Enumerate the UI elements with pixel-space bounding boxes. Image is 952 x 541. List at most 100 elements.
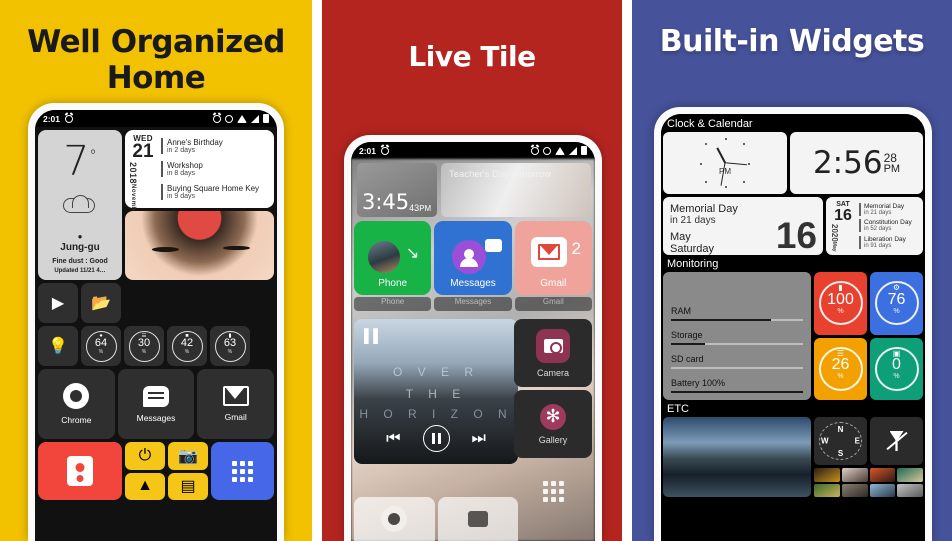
- app-gmail[interactable]: Gmail: [197, 369, 275, 439]
- clock-tile-live[interactable]: 3:45 43 PM: [357, 163, 437, 217]
- clock-tile[interactable]: ⏻: [125, 442, 165, 470]
- list-item[interactable]: Memorial Day in 21 days: [859, 202, 919, 216]
- live-tile-row: ↘ Phone Messages 2 Gmail: [351, 221, 595, 295]
- list-item[interactable]: Liberation Day in 91 days: [859, 236, 919, 250]
- photo-widget-3[interactable]: [663, 417, 811, 497]
- printer-icon: [467, 511, 488, 527]
- camera-tile[interactable]: 📷: [168, 442, 208, 470]
- contacts-tile[interactable]: [38, 442, 122, 500]
- storage-icon: ■: [185, 333, 189, 339]
- clock-ampm: PM: [419, 204, 432, 213]
- digital-ampm: PM: [883, 162, 901, 175]
- signal-icon: [569, 146, 577, 155]
- panel-divider: [622, 0, 632, 541]
- monitor-ring-battery[interactable]: ▮ 63%: [210, 326, 250, 366]
- bottom-app-row: [354, 497, 518, 541]
- event-title: Memorial Day: [864, 202, 905, 210]
- app-printer[interactable]: [437, 497, 518, 541]
- app-drawer-button[interactable]: [211, 442, 274, 500]
- tile-gallery[interactable]: ✻ Gallery: [514, 390, 592, 458]
- monitor-tiles: ▮ 100% ⚙ 76% ☰ 26% ▣ 0 %: [814, 272, 923, 400]
- photo-thumb[interactable]: [869, 468, 896, 482]
- app-chrome[interactable]: Chrome: [38, 369, 115, 439]
- tile-label: Gmail: [540, 278, 567, 289]
- bar-battery: Battery 100%: [671, 378, 803, 393]
- section-monitoring: Monitoring: [667, 258, 719, 270]
- live-tile-gmail[interactable]: 2 Gmail: [514, 221, 592, 295]
- photo-thumb[interactable]: [869, 483, 896, 497]
- gear-icon: [543, 146, 551, 155]
- photo-thumb[interactable]: [814, 468, 840, 482]
- digital-clock-widget[interactable]: 2:56 28 PM: [790, 132, 923, 194]
- monitor-ring-storage[interactable]: ■ 42%: [167, 326, 207, 366]
- monitor-unit: %: [893, 307, 900, 315]
- app-chrome-2[interactable]: [354, 497, 435, 541]
- event-title: Anne's Birthday: [167, 137, 223, 147]
- music-player-tile[interactable]: ▌▌ O V E R T H E H O R I Z O N ⏮ ⏭: [354, 319, 518, 464]
- photo-thumb[interactable]: [814, 483, 840, 497]
- play-store-icon[interactable]: ▶: [38, 283, 78, 323]
- calendar-widget[interactable]: WED 21 2018November Anne's Birthday in 2…: [125, 130, 274, 217]
- monitor-value: 76: [887, 290, 906, 308]
- bar-sdcard: SD card: [671, 354, 803, 369]
- monitor-ring-ram[interactable]: ☰ 30%: [124, 326, 164, 366]
- weather-tile[interactable]: ▲: [125, 472, 165, 500]
- shortcut-row: ▶ 📂: [38, 283, 274, 323]
- monitor-tile-storage[interactable]: ☰ 26%: [814, 337, 867, 400]
- tile-label: Camera: [536, 367, 569, 378]
- flashlight-widget[interactable]: [870, 417, 923, 465]
- app-drawer-button-2[interactable]: [514, 461, 592, 521]
- holiday-widget[interactable]: Memorial Day in 21 days May Saturday 16: [663, 197, 823, 255]
- photo-thumb[interactable]: [841, 483, 868, 497]
- live-tile-phone[interactable]: ↘ Phone: [354, 221, 432, 295]
- calendar-events-2: Memorial Day in 21 days Constitution Day…: [856, 201, 919, 251]
- pause-button[interactable]: [422, 425, 450, 452]
- note-tile[interactable]: Teacher's Day tomorrow: [441, 163, 591, 217]
- monitor-tile-ram[interactable]: ⚙ 76%: [870, 272, 923, 335]
- list-item[interactable]: Buying Square Home Key in 9 days: [161, 184, 271, 201]
- file-manager-icon[interactable]: 📂: [81, 283, 121, 323]
- weather-widget[interactable]: 7° ● Jung-gu Fine dust : Good Updated 11…: [38, 130, 122, 280]
- app-messages[interactable]: Messages: [117, 369, 195, 439]
- monitor-value: 63: [223, 336, 237, 349]
- progress-bar: [671, 343, 803, 345]
- live-tile-messages[interactable]: Messages: [434, 221, 512, 295]
- screenshot-board: Well Organized Home 2:01 7° ● Jung-gu Fi…: [0, 0, 952, 541]
- panel-1-title: Well Organized Home: [27, 24, 285, 96]
- photo-grid-widget[interactable]: [814, 468, 923, 497]
- monitor-ring-cpu[interactable]: ● 64%: [81, 326, 121, 366]
- monitor-tile-sdcard[interactable]: ▣ 0%: [870, 337, 923, 400]
- system-bars-widget[interactable]: RAM Storage SD card Battery 100%: [663, 272, 811, 400]
- calendar-widget-2[interactable]: SAT 16 2020May Memorial Day in 21 days C…: [826, 197, 923, 255]
- tile-label: Messages: [450, 278, 496, 289]
- widget-row-top: 7° ● Jung-gu Fine dust : Good Updated 11…: [38, 130, 274, 280]
- compass-widget[interactable]: N E S W: [814, 417, 867, 465]
- list-item[interactable]: Constitution Day in 52 days: [859, 219, 919, 233]
- monitor-value: 0: [892, 356, 901, 374]
- flashlight-toggle-icon[interactable]: 💡: [38, 326, 78, 366]
- app-label: Messages: [136, 412, 176, 423]
- calculator-tile[interactable]: ▤: [168, 472, 208, 500]
- photo-thumb[interactable]: [841, 468, 868, 482]
- next-track-button[interactable]: ⏭: [472, 430, 486, 448]
- calendar-year-month: 2018November: [128, 162, 138, 218]
- photo-thumb[interactable]: [897, 468, 923, 482]
- previous-track-button[interactable]: ⏮: [386, 430, 400, 448]
- panel-live-tile: Live Tile 2:01 3:45 43 PM Teacher's Day …: [322, 0, 622, 541]
- event-title: Buying Square Home Key: [167, 184, 260, 194]
- tile-camera[interactable]: Camera: [514, 319, 592, 387]
- list-item[interactable]: Anne's Birthday in 2 days: [161, 137, 271, 154]
- monitor-tile-battery[interactable]: ▮ 100%: [814, 272, 867, 335]
- analog-clock-widget[interactable]: PM: [663, 132, 787, 194]
- status-bar-2: 2:01: [351, 142, 595, 159]
- photo-widget[interactable]: [125, 211, 274, 280]
- list-item[interactable]: Workshop in 8 days: [161, 160, 271, 177]
- panel-divider: [312, 0, 322, 541]
- weather-updated: Updated 11/21 4…: [54, 268, 106, 274]
- holiday-name: Memorial Day: [670, 203, 738, 215]
- gmail-icon: [530, 237, 567, 267]
- photo-thumb[interactable]: [897, 483, 923, 497]
- calendar-date: WED 21 2018November: [128, 134, 158, 217]
- bar-label: SD card: [671, 354, 704, 364]
- digital-time: 2:56: [812, 145, 883, 181]
